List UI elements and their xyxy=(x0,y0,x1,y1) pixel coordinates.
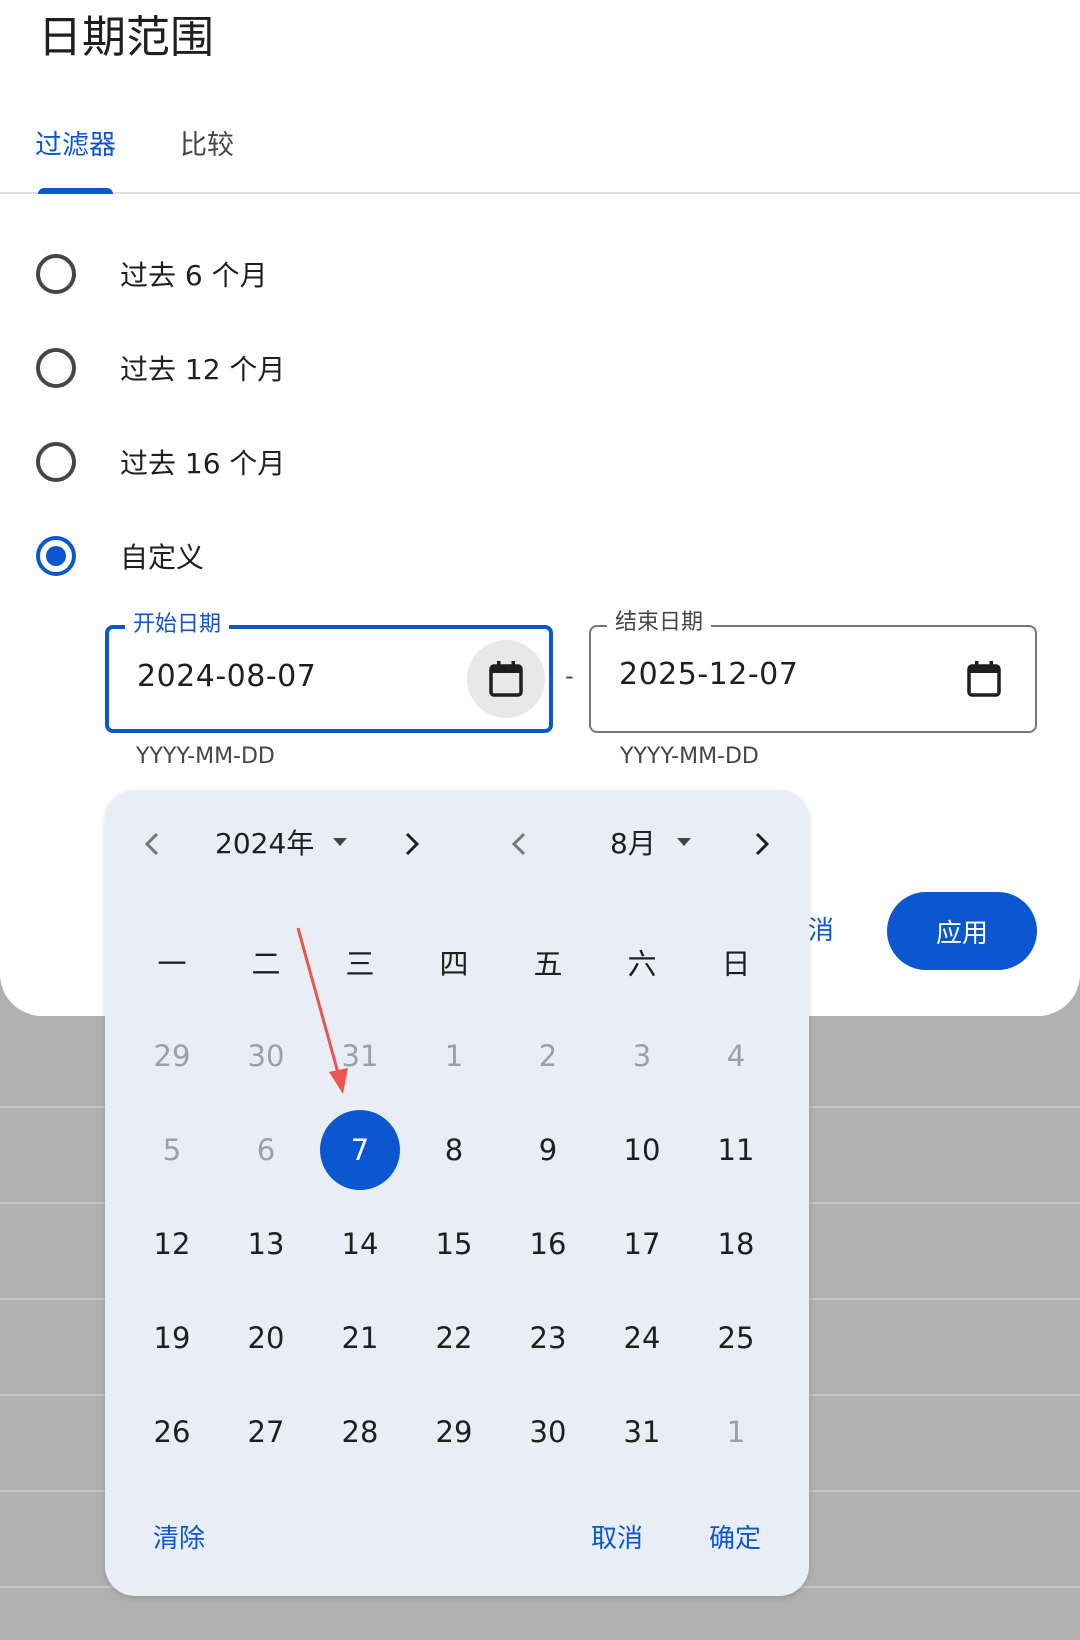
calendar-day-selected[interactable]: 7 xyxy=(320,1110,400,1190)
calendar-day[interactable]: 1 xyxy=(414,1016,494,1096)
calendar-day[interactable]: 16 xyxy=(508,1204,588,1284)
calendar-day[interactable]: 26 xyxy=(132,1392,212,1472)
start-date-hint: YYYY-MM-DD xyxy=(136,744,275,769)
picker-cancel-button[interactable]: 取消 xyxy=(591,1518,643,1555)
end-date-hint: YYYY-MM-DD xyxy=(620,744,759,769)
calendar-day[interactable]: 15 xyxy=(414,1204,494,1284)
start-date-input[interactable]: 2024-08-07 xyxy=(137,659,316,694)
chevron-left-icon xyxy=(144,832,159,856)
month-selector[interactable]: 8月 xyxy=(610,824,656,864)
calendar-day[interactable]: 17 xyxy=(602,1204,682,1284)
radio-button[interactable] xyxy=(36,442,76,482)
caret-down-icon[interactable] xyxy=(677,838,691,846)
prev-year-button[interactable] xyxy=(128,820,176,868)
sheet-cancel-button[interactable]: 消 xyxy=(808,910,834,947)
tab-compare[interactable]: 比较 xyxy=(180,126,234,166)
weekday-header: 六 xyxy=(627,947,657,981)
option-label: 过去 6 个月 xyxy=(120,259,268,292)
apply-button[interactable]: 应用 xyxy=(887,892,1037,970)
start-date-field[interactable]: 开始日期 2024-08-07 xyxy=(105,611,553,733)
next-month-button[interactable] xyxy=(738,820,786,868)
start-date-calendar-button[interactable] xyxy=(467,640,545,718)
calendar-day[interactable]: 30 xyxy=(226,1016,306,1096)
calendar-day[interactable]: 23 xyxy=(508,1298,588,1378)
date-picker-popup: 2024年 8月 一二三四五六日 29 30 31 1 2 3 4 5 6 7 8 9 10 11 12 13 1… xyxy=(105,790,809,1596)
option-label: 过去 12 个月 xyxy=(120,353,286,386)
calendar-day[interactable]: 27 xyxy=(226,1392,306,1472)
end-date-input[interactable]: 2025-12-07 xyxy=(619,657,798,692)
option-last-12-months[interactable]: 过去 12 个月 xyxy=(36,338,285,398)
radio-button[interactable] xyxy=(36,348,76,388)
option-custom[interactable]: 自定义 xyxy=(36,526,204,586)
chevron-left-icon xyxy=(511,832,526,856)
weekday-header: 三 xyxy=(345,947,375,981)
calendar-day[interactable]: 11 xyxy=(696,1110,776,1190)
tab-bar: 过滤器 比较 xyxy=(0,118,1080,194)
calendar-day[interactable]: 31 xyxy=(602,1392,682,1472)
calendar-day[interactable]: 3 xyxy=(602,1016,682,1096)
calendar-day[interactable]: 14 xyxy=(320,1204,400,1284)
radio-button[interactable] xyxy=(36,254,76,294)
calendar-day[interactable]: 8 xyxy=(414,1110,494,1190)
tab-filter[interactable]: 过滤器 xyxy=(35,126,116,166)
calendar-day[interactable]: 25 xyxy=(696,1298,776,1378)
calendar-day[interactable]: 18 xyxy=(696,1204,776,1284)
end-date-field[interactable]: 结束日期 2025-12-07 xyxy=(589,609,1037,733)
weekday-header: 日 xyxy=(721,947,751,981)
end-date-label: 结束日期 xyxy=(607,609,712,637)
tab-indicator xyxy=(38,188,113,194)
calendar-day[interactable]: 22 xyxy=(414,1298,494,1378)
weekday-header: 四 xyxy=(439,947,469,981)
calendar-day[interactable]: 5 xyxy=(132,1110,212,1190)
calendar-day[interactable]: 2 xyxy=(508,1016,588,1096)
calendar-day[interactable]: 21 xyxy=(320,1298,400,1378)
picker-confirm-button[interactable]: 确定 xyxy=(709,1518,761,1555)
calendar-day[interactable]: 30 xyxy=(508,1392,588,1472)
calendar-day[interactable]: 9 xyxy=(508,1110,588,1190)
calendar-icon xyxy=(967,661,1001,697)
calendar-day[interactable]: 4 xyxy=(696,1016,776,1096)
year-selector[interactable]: 2024年 xyxy=(215,824,314,864)
calendar-day[interactable]: 31 xyxy=(320,1016,400,1096)
radio-button-checked[interactable] xyxy=(36,536,76,576)
caret-down-icon[interactable] xyxy=(333,838,347,846)
calendar-day[interactable]: 20 xyxy=(226,1298,306,1378)
calendar-day[interactable]: 6 xyxy=(226,1110,306,1190)
end-date-calendar-button[interactable] xyxy=(945,640,1023,718)
date-separator: - xyxy=(565,662,574,690)
calendar-day[interactable]: 12 xyxy=(132,1204,212,1284)
calendar-day[interactable]: 19 xyxy=(132,1298,212,1378)
prev-month-button[interactable] xyxy=(495,820,543,868)
clear-button[interactable]: 清除 xyxy=(153,1518,205,1555)
calendar-icon xyxy=(489,661,523,697)
page-title: 日期范围 xyxy=(38,12,214,63)
chevron-right-icon xyxy=(405,832,420,856)
chevron-right-icon xyxy=(755,832,770,856)
option-last-16-months[interactable]: 过去 16 个月 xyxy=(36,432,285,492)
next-year-button[interactable] xyxy=(388,820,436,868)
calendar-day[interactable]: 29 xyxy=(414,1392,494,1472)
calendar-day[interactable]: 28 xyxy=(320,1392,400,1472)
calendar-day[interactable]: 29 xyxy=(132,1016,212,1096)
calendar-day[interactable]: 1 xyxy=(696,1392,776,1472)
weekday-header: 五 xyxy=(533,947,563,981)
start-date-label: 开始日期 xyxy=(125,611,230,639)
calendar-day[interactable]: 24 xyxy=(602,1298,682,1378)
calendar-day[interactable]: 10 xyxy=(602,1110,682,1190)
option-last-6-months[interactable]: 过去 6 个月 xyxy=(36,244,268,304)
weekday-header: 二 xyxy=(251,947,281,981)
calendar-day[interactable]: 13 xyxy=(226,1204,306,1284)
option-label: 过去 16 个月 xyxy=(120,447,286,480)
option-label: 自定义 xyxy=(120,541,205,574)
weekday-header: 一 xyxy=(157,947,187,981)
